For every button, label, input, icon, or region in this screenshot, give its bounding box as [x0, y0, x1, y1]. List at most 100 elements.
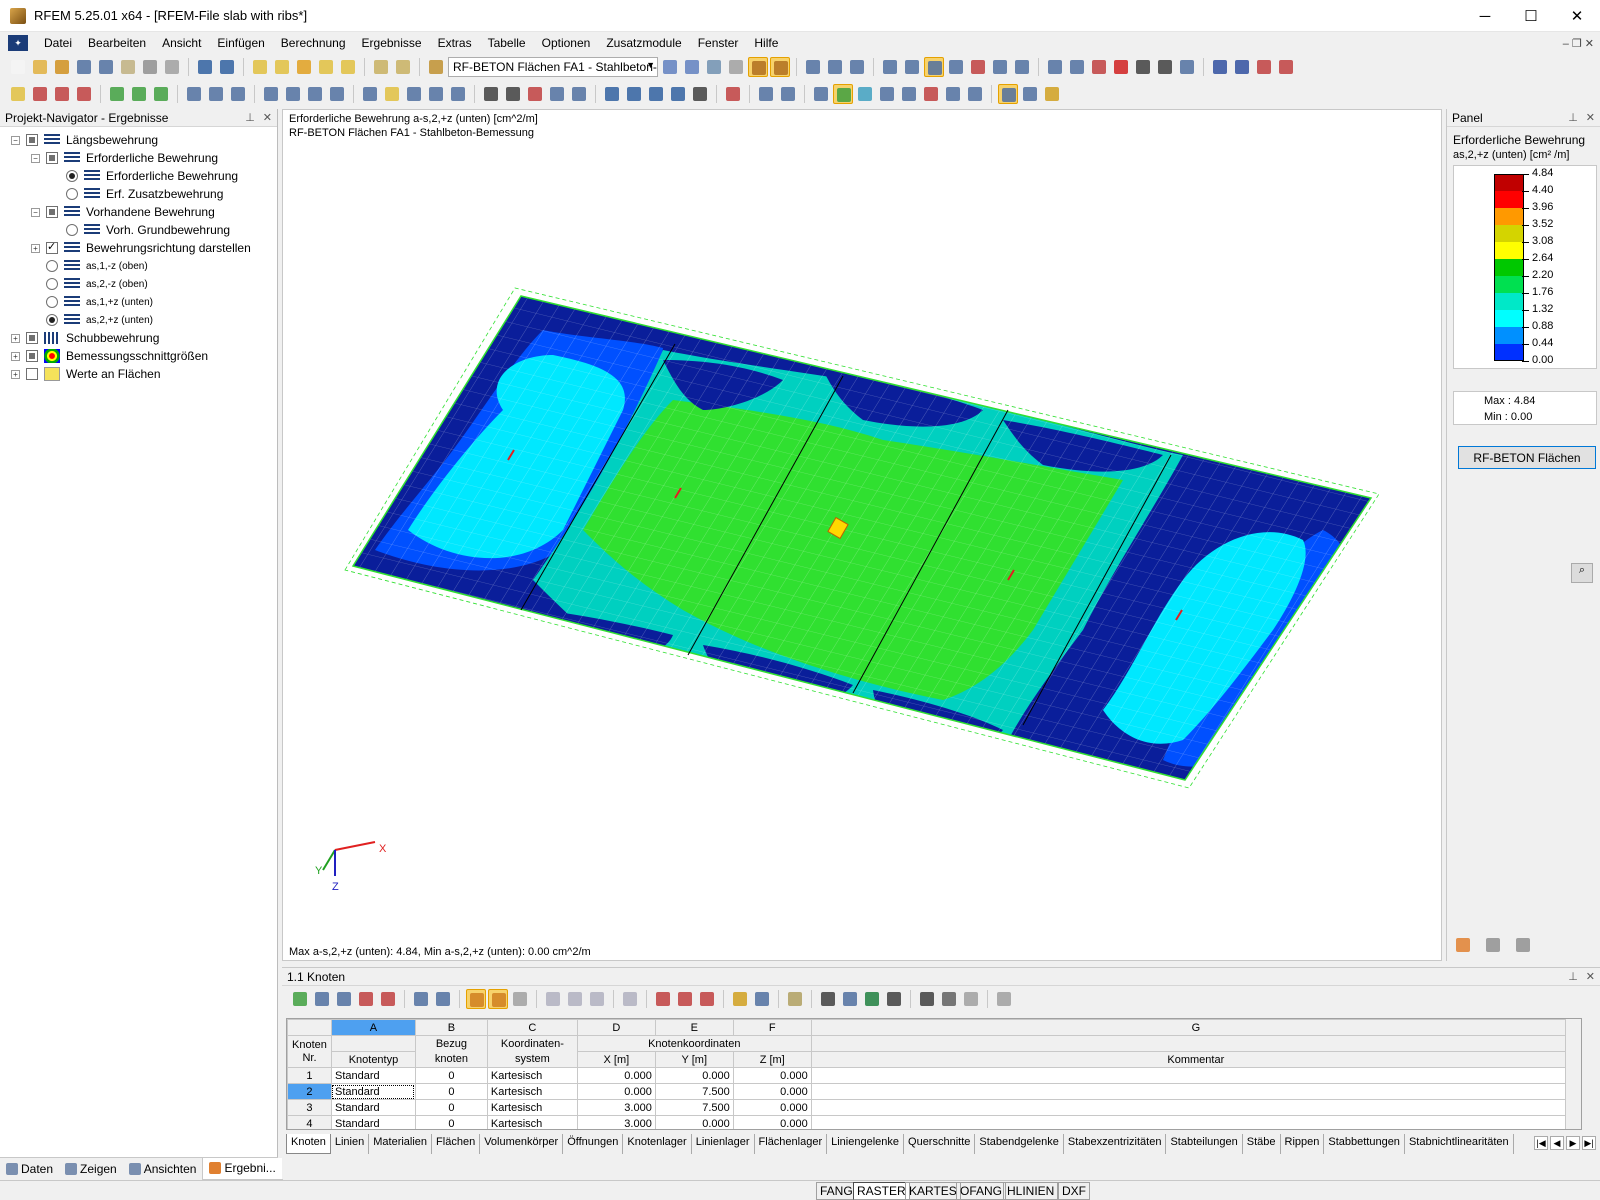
color-scale-icon[interactable] — [1453, 935, 1473, 955]
corner-cell[interactable] — [287, 1019, 332, 1036]
view-box-icon[interactable] — [569, 84, 589, 104]
grid-icon[interactable] — [880, 57, 900, 77]
menu-extras[interactable]: Extras — [430, 36, 480, 50]
sheet-tab[interactable]: Knotenlager — [623, 1134, 692, 1154]
zoom-all-icon[interactable] — [503, 84, 523, 104]
camera-icon[interactable] — [1133, 57, 1153, 77]
deformation-icon[interactable] — [803, 57, 823, 77]
surface-filter-icon[interactable] — [426, 84, 446, 104]
first-sheet-icon[interactable]: |◀ — [1534, 1136, 1548, 1150]
delete-icon[interactable] — [1111, 57, 1131, 77]
view-y-icon[interactable] — [624, 84, 644, 104]
member-display-icon[interactable] — [877, 84, 897, 104]
sheet-tab[interactable]: Linienlager — [692, 1134, 755, 1154]
bezug-cell[interactable]: 0 — [414, 1083, 488, 1100]
tree-item-werte-an-flaechen[interactable]: + Werte an Flächen — [0, 365, 277, 383]
print-report-icon[interactable] — [1276, 57, 1296, 77]
support-display-icon[interactable] — [811, 84, 831, 104]
bezug-cell[interactable]: 0 — [414, 1099, 488, 1116]
surface-icon[interactable] — [107, 84, 127, 104]
undo-icon[interactable] — [195, 57, 215, 77]
model-view[interactable]: X Y Z Erforderliche Bewehrung a-s,2,+z (… — [282, 109, 1442, 961]
wireframe-icon[interactable] — [899, 84, 919, 104]
collapse-icon[interactable]: − — [31, 207, 40, 217]
tree-item-as1-oben[interactable]: as,1,-z (oben) — [0, 257, 277, 275]
dlubal-logo-icon[interactable]: ✦ — [8, 35, 28, 51]
expand-icon[interactable]: + — [31, 243, 40, 253]
formula-icon[interactable] — [939, 989, 959, 1009]
check-table-icon[interactable] — [378, 989, 398, 1009]
radio[interactable] — [66, 224, 78, 236]
menu-optionen[interactable]: Optionen — [534, 36, 599, 50]
y-cell[interactable]: 7.500 — [654, 1099, 734, 1116]
bezug-cell[interactable]: 0 — [414, 1067, 488, 1084]
pin-icon[interactable]: ⊥ — [245, 111, 255, 124]
column-c-header[interactable]: C — [486, 1019, 578, 1036]
checkbox[interactable] — [26, 350, 38, 362]
save-icon[interactable] — [96, 57, 116, 77]
values-icon[interactable] — [726, 57, 746, 77]
status-dxf[interactable]: DXF — [1058, 1182, 1090, 1200]
radio[interactable] — [66, 188, 78, 200]
kommentar-cell[interactable] — [810, 1083, 1581, 1100]
column-b-header[interactable]: B — [414, 1019, 488, 1036]
tab-ansichten[interactable]: Ansichten — [123, 1162, 203, 1176]
sheet-tab[interactable]: Öffnungen — [563, 1134, 624, 1154]
menu-fenster[interactable]: Fenster — [690, 36, 747, 50]
polyline-icon[interactable] — [52, 84, 72, 104]
check-icon[interactable] — [723, 84, 743, 104]
diagram-icon[interactable] — [1042, 84, 1062, 104]
checkbox[interactable] — [46, 152, 58, 164]
tree-item-as2-oben[interactable]: as,2,-z (oben) — [0, 275, 277, 293]
units-icon[interactable] — [917, 989, 937, 1009]
tree-item-laengsbewehrung[interactable]: − Längsbewehrung — [0, 131, 277, 149]
z-cell[interactable]: 0.000 — [732, 1067, 812, 1084]
notes-icon[interactable] — [785, 989, 805, 1009]
settings-icon[interactable] — [1177, 57, 1197, 77]
split-icon[interactable] — [675, 989, 695, 1009]
animation-icon[interactable] — [825, 57, 845, 77]
column-g-header[interactable]: G — [810, 1019, 1581, 1036]
column-d-header[interactable]: D — [576, 1019, 656, 1036]
tree-item-as2-unten[interactable]: as,2,+z (unten) — [0, 311, 277, 329]
display-icon[interactable] — [690, 84, 710, 104]
next-table-icon[interactable] — [433, 989, 453, 1009]
table-icon[interactable] — [965, 84, 985, 104]
tab-ergebnisse[interactable]: Ergebni... — [202, 1157, 283, 1180]
kommentar-cell[interactable] — [810, 1099, 1581, 1116]
merge-icon[interactable] — [697, 989, 717, 1009]
balance-icon[interactable] — [1483, 935, 1503, 955]
collapse-icon[interactable]: − — [11, 135, 20, 145]
sheet-tab[interactable]: Liniengelenke — [827, 1134, 905, 1154]
y-cell[interactable]: 0.000 — [654, 1067, 734, 1084]
mirror-icon[interactable] — [990, 57, 1010, 77]
open-file-icon[interactable] — [30, 57, 50, 77]
next-sheet-icon[interactable]: ▶ — [1566, 1136, 1580, 1150]
print-icon[interactable] — [140, 57, 160, 77]
sheet-tab[interactable]: Rippen — [1281, 1134, 1325, 1154]
menu-zusatzmodule[interactable]: Zusatzmodule — [598, 36, 689, 50]
sheet-tab[interactable]: Linien — [331, 1134, 370, 1154]
solid-display-icon[interactable] — [855, 84, 875, 104]
mesh-icon[interactable] — [921, 84, 941, 104]
system-cell[interactable]: Kartesisch — [486, 1115, 578, 1129]
release-icon[interactable] — [228, 84, 248, 104]
node-filter-icon[interactable] — [382, 84, 402, 104]
lock-icon[interactable] — [994, 989, 1014, 1009]
results-icon[interactable] — [704, 57, 724, 77]
clipboard-icon[interactable] — [118, 57, 138, 77]
guide-icon[interactable] — [778, 84, 798, 104]
view-minus-x-icon[interactable] — [668, 84, 688, 104]
sync-icon[interactable] — [510, 989, 530, 1009]
cube-view-icon[interactable] — [327, 84, 347, 104]
filter-on-icon[interactable] — [466, 989, 486, 1009]
nodes-table[interactable]: A B C D E F G Knoten Nr. Bezug knoten Ko… — [286, 1018, 1582, 1130]
sheet-tab[interactable]: Flächen — [432, 1134, 481, 1154]
checkbox[interactable] — [26, 134, 38, 146]
divide-icon[interactable] — [1067, 57, 1087, 77]
snap-icon[interactable] — [924, 57, 944, 77]
radio[interactable] — [46, 296, 58, 308]
save-all-icon[interactable] — [74, 57, 94, 77]
radio[interactable] — [46, 278, 58, 290]
line-icon[interactable] — [30, 84, 50, 104]
